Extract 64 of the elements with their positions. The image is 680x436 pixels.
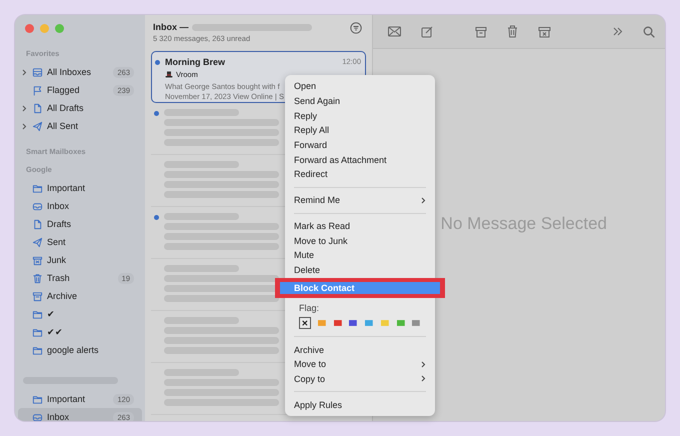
menu-item[interactable]: Archive bbox=[285, 342, 435, 357]
top-hat-icon bbox=[165, 71, 173, 78]
folder-icon bbox=[32, 326, 43, 338]
junk-bin-icon bbox=[32, 254, 43, 266]
document-icon bbox=[32, 218, 43, 230]
menu-item[interactable]: Delete bbox=[285, 262, 435, 278]
mailbox-item[interactable]: google alerts bbox=[18, 341, 142, 359]
mailbox-item[interactable]: Drafts bbox=[18, 215, 142, 233]
archive-box-icon[interactable] bbox=[475, 26, 487, 38]
mailbox-item[interactable]: ✔ bbox=[18, 305, 142, 323]
mailbox-item[interactable]: ✔✔ bbox=[18, 323, 142, 341]
mailbox-title: Inbox — bbox=[153, 22, 188, 32]
flag-icon bbox=[32, 84, 43, 96]
envelope-icon[interactable] bbox=[388, 26, 401, 37]
trash-icon[interactable] bbox=[507, 25, 518, 38]
menu-item[interactable]: Forward bbox=[285, 138, 435, 152]
junk-bin-icon[interactable] bbox=[538, 26, 551, 38]
flag-icon[interactable] bbox=[364, 318, 374, 328]
menu-item[interactable]: Mark as Read bbox=[285, 218, 435, 234]
tray-icon bbox=[32, 412, 43, 421]
menu-item[interactable]: Move to Junk bbox=[285, 233, 435, 248]
menu-item[interactable]: Apply Rules bbox=[285, 397, 435, 412]
mailbox-item[interactable]: Sent bbox=[18, 233, 142, 251]
folder-icon bbox=[32, 182, 43, 194]
chevron-icon[interactable] bbox=[22, 68, 27, 76]
menu-item[interactable]: Remind Me bbox=[285, 192, 435, 208]
flag-label: Flag: bbox=[299, 303, 320, 314]
mailbox-item[interactable]: All Drafts bbox=[18, 99, 142, 117]
menu-item[interactable]: Copy to bbox=[285, 372, 435, 386]
filter-icon[interactable] bbox=[350, 22, 362, 34]
document-icon bbox=[32, 102, 43, 114]
chevron-icon bbox=[421, 196, 426, 204]
flag-icon[interactable] bbox=[348, 318, 358, 328]
message-sender: Morning Brew bbox=[165, 57, 225, 67]
compose-icon[interactable] bbox=[421, 26, 433, 38]
double-chevron-icon[interactable] bbox=[613, 27, 623, 36]
flag-icon[interactable] bbox=[396, 318, 406, 328]
menu-item[interactable]: Reply bbox=[285, 108, 435, 124]
folder-icon bbox=[32, 394, 43, 404]
mailbox-item[interactable]: Archive bbox=[18, 287, 142, 305]
trash-icon bbox=[32, 272, 43, 284]
chevron-icon[interactable] bbox=[22, 122, 27, 130]
flag-icon[interactable] bbox=[411, 318, 421, 328]
mailbox-item[interactable]: All Sent bbox=[18, 117, 142, 135]
folder-icon bbox=[32, 308, 43, 320]
clear-flag-button[interactable]: ✕ bbox=[299, 317, 311, 330]
close-button[interactable] bbox=[25, 24, 34, 33]
archive-box-icon bbox=[32, 290, 43, 302]
mailbox-item[interactable]: Junk bbox=[18, 251, 142, 269]
menu-item[interactable]: Reply All bbox=[285, 123, 435, 138]
menu-item[interactable]: Redirect bbox=[285, 167, 435, 182]
chevron-icon[interactable] bbox=[22, 104, 27, 112]
menu-item[interactable]: Mute bbox=[285, 248, 435, 263]
mailbox-item[interactable]: Important bbox=[18, 179, 142, 197]
paper-plane-icon bbox=[32, 120, 43, 132]
menu-item[interactable]: Move to bbox=[285, 356, 435, 372]
flag-icon[interactable] bbox=[332, 318, 342, 328]
inbox-icon bbox=[32, 66, 43, 78]
search-icon[interactable] bbox=[643, 26, 655, 38]
paper-plane-icon bbox=[32, 236, 43, 248]
mailbox-item[interactable]: Inbox bbox=[18, 197, 142, 215]
folder-icon bbox=[32, 344, 43, 356]
tray-icon bbox=[32, 200, 43, 212]
menu-item[interactable]: Forward as Attachment bbox=[285, 152, 435, 168]
